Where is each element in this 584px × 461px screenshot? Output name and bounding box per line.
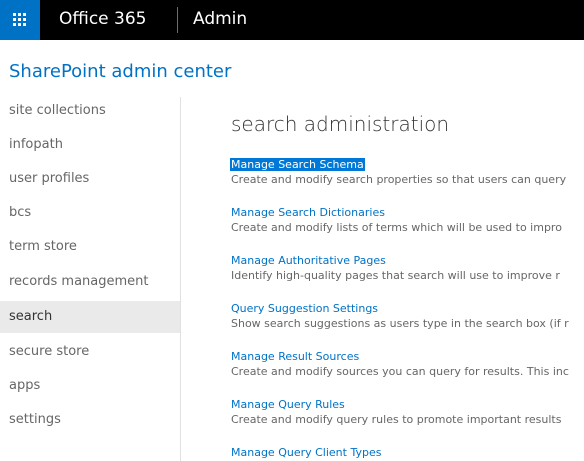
app-launcher-icon	[13, 13, 27, 27]
manage-result-sources-description: Create and modify sources you can query …	[231, 365, 569, 378]
nav-item-term-store[interactable]: term store	[0, 231, 180, 263]
manage-search-schema-link[interactable]: Manage Search Schema	[230, 158, 365, 171]
query-suggestion-settings-description: Show search suggestions as users type in…	[231, 317, 569, 330]
query-suggestion-settings-link[interactable]: Query Suggestion Settings	[231, 302, 378, 315]
manage-result-sources-link[interactable]: Manage Result Sources	[231, 350, 359, 363]
nav-item-user-profiles[interactable]: user profiles	[0, 163, 180, 195]
suite-bar: Office 365 Admin	[0, 0, 584, 40]
app-name[interactable]: Admin	[193, 8, 247, 30]
app-launcher-button[interactable]	[0, 0, 40, 40]
site-title[interactable]: SharePoint admin center	[9, 61, 231, 83]
manage-query-rules-description: Create and modify query rules to promote…	[231, 413, 562, 426]
manage-query-client-types-link[interactable]: Manage Query Client Types	[231, 446, 381, 459]
office-365-brand[interactable]: Office 365	[59, 8, 146, 30]
nav-item-settings[interactable]: settings	[0, 404, 180, 436]
nav-item-bcs[interactable]: bcs	[0, 197, 180, 229]
nav-item-apps[interactable]: apps	[0, 370, 180, 402]
page-title: search administration	[231, 112, 450, 136]
manage-query-rules-link[interactable]: Manage Query Rules	[231, 398, 345, 411]
manage-authoritative-pages-description: Identify high-quality pages that search …	[231, 269, 560, 282]
manage-authoritative-pages-link[interactable]: Manage Authoritative Pages	[231, 254, 386, 267]
manage-search-schema-description: Create and modify search properties so t…	[231, 173, 567, 186]
nav-item-records-management[interactable]: records management	[0, 266, 180, 298]
manage-search-dictionaries-link[interactable]: Manage Search Dictionaries	[231, 206, 385, 219]
nav-item-site-collections[interactable]: site collections	[0, 95, 180, 127]
manage-search-dictionaries-description: Create and modify lists of terms which w…	[231, 221, 562, 234]
nav-item-search[interactable]: search	[0, 301, 180, 333]
nav-divider	[180, 97, 181, 461]
nav-item-infopath[interactable]: infopath	[0, 129, 180, 161]
nav-item-secure-store[interactable]: secure store	[0, 336, 180, 368]
suite-bar-divider	[177, 7, 178, 33]
